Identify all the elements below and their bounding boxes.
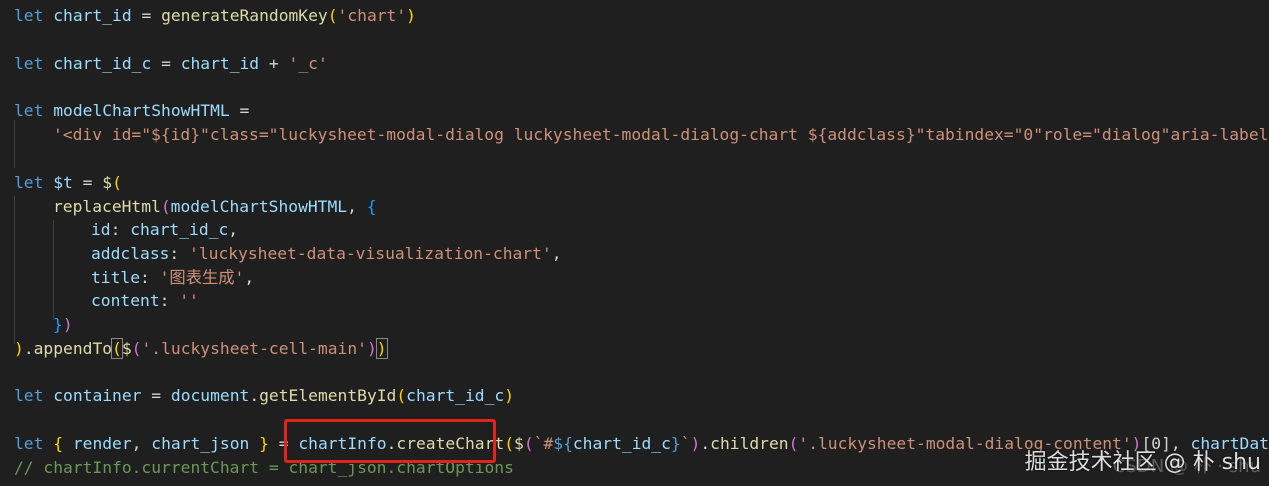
paren-token: ) bbox=[504, 386, 515, 405]
code-editor[interactable]: let chart_id = generateRandomKey('chart'… bbox=[0, 0, 1269, 486]
string-token: '<div id="${id}"class="luckysheet-modal-… bbox=[53, 125, 1269, 144]
template-token: } bbox=[670, 434, 681, 453]
code-line[interactable]: content: '' bbox=[0, 289, 199, 313]
brace-token: { bbox=[366, 197, 377, 216]
operator-token: = bbox=[141, 386, 171, 405]
code-line[interactable]: let $t = $( bbox=[0, 171, 122, 195]
paren-token: ( bbox=[160, 197, 171, 216]
operator-token: = bbox=[72, 173, 103, 192]
operator-token: : bbox=[159, 291, 180, 310]
function-token: $ bbox=[514, 434, 524, 453]
code-line[interactable]: }) bbox=[0, 313, 73, 337]
variable-token: modelChartShowHTML bbox=[53, 101, 230, 120]
template-token: ` bbox=[680, 434, 691, 453]
string-token: 'luckysheet-data-visualization-chart' bbox=[189, 244, 552, 263]
function-token: replaceHtml bbox=[53, 197, 161, 216]
operator-token: , bbox=[131, 434, 152, 453]
keyword-token: let bbox=[14, 173, 44, 192]
paren-token: ) bbox=[366, 339, 377, 358]
function-token: children bbox=[710, 434, 789, 453]
variable-token: chart_id bbox=[53, 6, 132, 25]
operator-token: = bbox=[151, 54, 181, 73]
code-line[interactable]: ).appendTo($('.luckysheet-cell-main')) bbox=[0, 337, 388, 361]
function-token: generateRandomKey bbox=[161, 6, 328, 25]
paren-token: ( bbox=[788, 434, 799, 453]
paren-token: ) bbox=[14, 339, 24, 358]
paren-token: ) bbox=[406, 6, 416, 25]
paren-token: ) bbox=[375, 338, 388, 359]
property-token: id bbox=[91, 220, 111, 239]
function-token: $ bbox=[102, 173, 113, 192]
code-line[interactable]: let chart_id = generateRandomKey('chart'… bbox=[0, 4, 416, 28]
code-line[interactable]: let chart_id_c = chart_id + '_c' bbox=[0, 52, 328, 76]
code-line[interactable]: title: '图表生成', bbox=[0, 266, 254, 290]
keyword-token: let bbox=[14, 434, 44, 453]
function-token: $ bbox=[121, 339, 132, 358]
operator-token: : bbox=[110, 220, 131, 239]
operator-token: + bbox=[259, 54, 289, 73]
variable-token: $t bbox=[53, 173, 73, 192]
code-line[interactable]: addclass: 'luckysheet-data-visualization… bbox=[0, 242, 562, 266]
keyword-token: let bbox=[14, 6, 44, 25]
property-token: content bbox=[91, 291, 160, 310]
variable-token: chart_id_c bbox=[572, 434, 671, 453]
watermark: 掘金技术社区 @ 朴 shu bbox=[1024, 450, 1261, 475]
string-token: '' bbox=[179, 291, 199, 310]
keyword-token: let bbox=[14, 386, 44, 405]
operator-token: = bbox=[131, 6, 162, 25]
string-token: 'chart' bbox=[337, 6, 407, 25]
operator-token: : bbox=[169, 244, 190, 263]
variable-token: chart_id_c bbox=[130, 220, 229, 239]
variable-token: container bbox=[53, 386, 142, 405]
code-line[interactable]: id: chart_id_c, bbox=[0, 218, 238, 242]
variable-token: modelChartShowHTML bbox=[170, 197, 348, 216]
paren-token: ( bbox=[131, 339, 142, 358]
variable-token: chart_id_c bbox=[406, 386, 505, 405]
function-token: appendTo bbox=[33, 339, 113, 358]
paren-token: ( bbox=[327, 6, 338, 25]
variable-token: chart_json bbox=[151, 434, 250, 453]
function-token: getElementById bbox=[259, 386, 397, 405]
code-line[interactable]: '<div id="${id}"class="luckysheet-modal-… bbox=[0, 123, 1269, 147]
variable-token: chart_id bbox=[180, 54, 260, 73]
variable-token: document bbox=[170, 386, 250, 405]
paren-token: ( bbox=[396, 386, 407, 405]
operator-token: . bbox=[249, 386, 260, 405]
property-token: addclass bbox=[91, 244, 170, 263]
highlight-annotation-box bbox=[284, 419, 496, 463]
brace-token: { bbox=[43, 434, 73, 453]
variable-token: render bbox=[72, 434, 132, 453]
code-line[interactable]: let modelChartShowHTML = bbox=[0, 99, 249, 123]
operator-token: . bbox=[23, 339, 34, 358]
string-token: '.luckysheet-cell-main' bbox=[141, 339, 367, 358]
paren-token: ( bbox=[112, 173, 122, 192]
property-token: title bbox=[91, 268, 141, 287]
paren-token: ( bbox=[111, 338, 123, 359]
code-line[interactable]: let container = document.getElementById(… bbox=[0, 384, 514, 408]
brace-token: } bbox=[53, 315, 63, 334]
template-token: `# bbox=[533, 434, 554, 453]
operator-token: = bbox=[229, 101, 250, 120]
operator-token: . bbox=[700, 434, 711, 453]
string-token: '_c' bbox=[288, 54, 328, 73]
paren-token: ( bbox=[504, 434, 515, 453]
brace-token: } bbox=[249, 434, 279, 453]
variable-token: chart_id_c bbox=[53, 54, 152, 73]
keyword-token: let bbox=[14, 54, 44, 73]
operator-token: : bbox=[140, 268, 160, 287]
operator-token: , bbox=[551, 244, 562, 263]
string-token: '图表生成' bbox=[159, 268, 245, 287]
operator-token: , bbox=[244, 268, 255, 287]
paren-token: ) bbox=[62, 315, 73, 334]
keyword-token: let bbox=[14, 101, 44, 120]
operator-token: , bbox=[228, 220, 239, 239]
template-token: ${ bbox=[553, 434, 573, 453]
paren-token: ) bbox=[690, 434, 701, 453]
paren-token: ( bbox=[523, 434, 534, 453]
code-line[interactable]: replaceHtml(modelChartShowHTML, { bbox=[0, 195, 377, 219]
operator-token: , bbox=[347, 197, 367, 216]
